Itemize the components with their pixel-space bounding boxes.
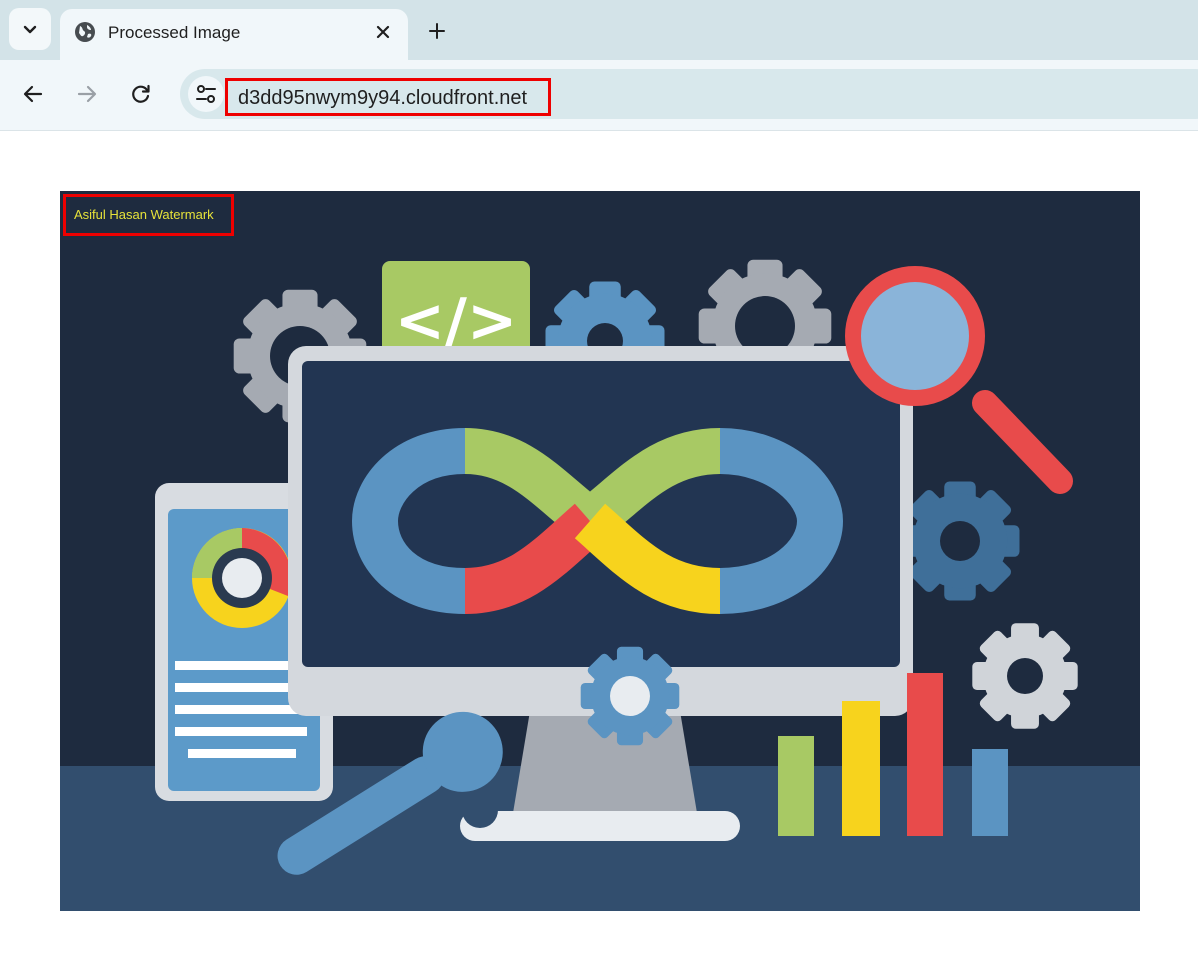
back-button[interactable] xyxy=(19,80,47,108)
new-tab-button[interactable] xyxy=(424,18,450,44)
active-tab[interactable]: Processed Image xyxy=(60,9,408,60)
page-content: </> Asiful Hasan Watermark xyxy=(0,131,1198,978)
chevron-down-icon xyxy=(23,25,37,34)
reload-button[interactable] xyxy=(127,80,155,108)
omnibox[interactable]: d3dd95nwym9y94.cloudfront.net xyxy=(180,69,1198,119)
plus-icon xyxy=(429,23,445,39)
forward-button[interactable] xyxy=(73,80,101,108)
illustration-graphic: </> xyxy=(60,191,1140,911)
site-info-icon xyxy=(196,85,216,103)
url-highlight: d3dd95nwym9y94.cloudfront.net xyxy=(225,78,551,116)
tab-title: Processed Image xyxy=(108,23,241,42)
tab-search-button[interactable] xyxy=(9,8,51,50)
back-arrow-icon xyxy=(23,85,43,103)
reload-icon xyxy=(132,84,150,103)
site-info-button[interactable] xyxy=(188,76,224,112)
url-text[interactable]: d3dd95nwym9y94.cloudfront.net xyxy=(238,87,527,110)
close-icon xyxy=(376,25,390,39)
watermark-text: Asiful Hasan Watermark xyxy=(74,207,214,222)
browser-toolbar: d3dd95nwym9y94.cloudfront.net xyxy=(0,60,1198,131)
forward-arrow-icon xyxy=(77,85,97,103)
svg-text:</>: </> xyxy=(395,286,517,356)
tab-strip: Processed Image xyxy=(0,0,1198,60)
globe-icon xyxy=(75,22,95,42)
close-tab-button[interactable] xyxy=(372,21,394,43)
watermark-highlight: Asiful Hasan Watermark xyxy=(63,194,234,236)
devops-illustration: </> Asiful Hasan Watermark xyxy=(60,191,1140,911)
